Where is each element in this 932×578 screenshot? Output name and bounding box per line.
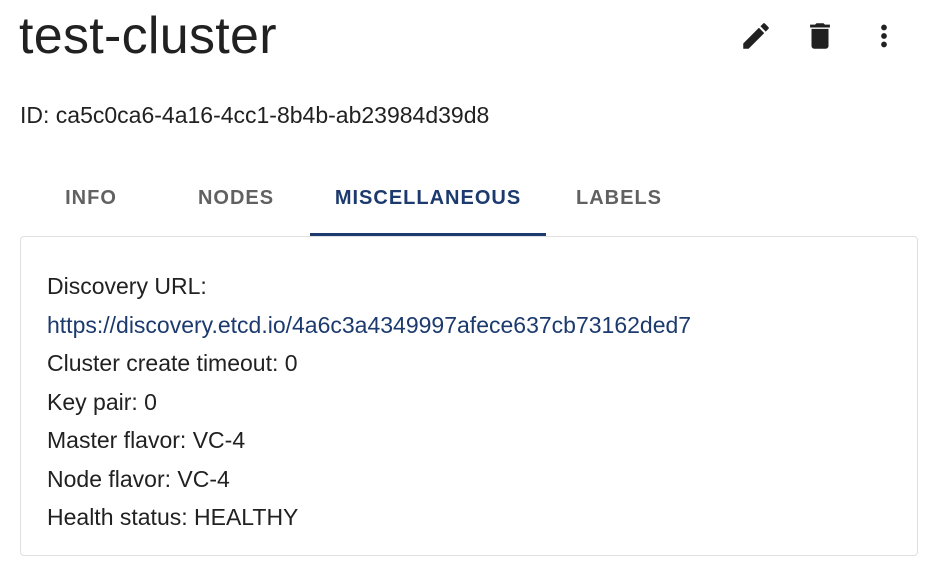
tab-bar: INFO NODES MISCELLANEOUS LABELS <box>20 168 692 236</box>
create-timeout-text: Cluster create timeout: 0 <box>47 350 298 376</box>
cluster-id: ID: ca5c0ca6-4a16-4cc1-8b4b-ab23984d39d8 <box>20 102 490 128</box>
discovery-url-link[interactable]: https://discovery.etcd.io/4a6c3a4349997a… <box>47 312 691 338</box>
trash-icon <box>810 23 830 49</box>
header-actions <box>734 14 906 58</box>
tab-miscellaneous[interactable]: MISCELLANEOUS <box>310 168 546 236</box>
key-pair-text: Key pair: 0 <box>47 388 157 415</box>
master-flavor-text: Master flavor: VC-4 <box>47 427 246 453</box>
edit-button[interactable] <box>734 14 778 58</box>
more-vert-icon <box>881 24 887 48</box>
tab-nodes[interactable]: NODES <box>162 168 310 228</box>
discovery-url-label: Discovery URL: <box>47 273 207 299</box>
miscellaneous-panel: Discovery URL: https://discovery.etcd.io… <box>20 236 918 556</box>
health-status-text: Health status: HEALTHY <box>47 504 299 530</box>
more-options-button[interactable] <box>862 14 906 58</box>
page-title: test-cluster <box>19 7 277 65</box>
delete-button[interactable] <box>798 14 842 58</box>
node-flavor-text: Node flavor: VC-4 <box>47 465 230 492</box>
pencil-icon <box>743 23 769 49</box>
cluster-detail-page: test-cluster ID: ca5c0ca6-4a16-4cc1-8b4b… <box>0 0 932 578</box>
tab-info[interactable]: INFO <box>20 168 162 228</box>
tab-labels[interactable]: LABELS <box>546 168 692 228</box>
